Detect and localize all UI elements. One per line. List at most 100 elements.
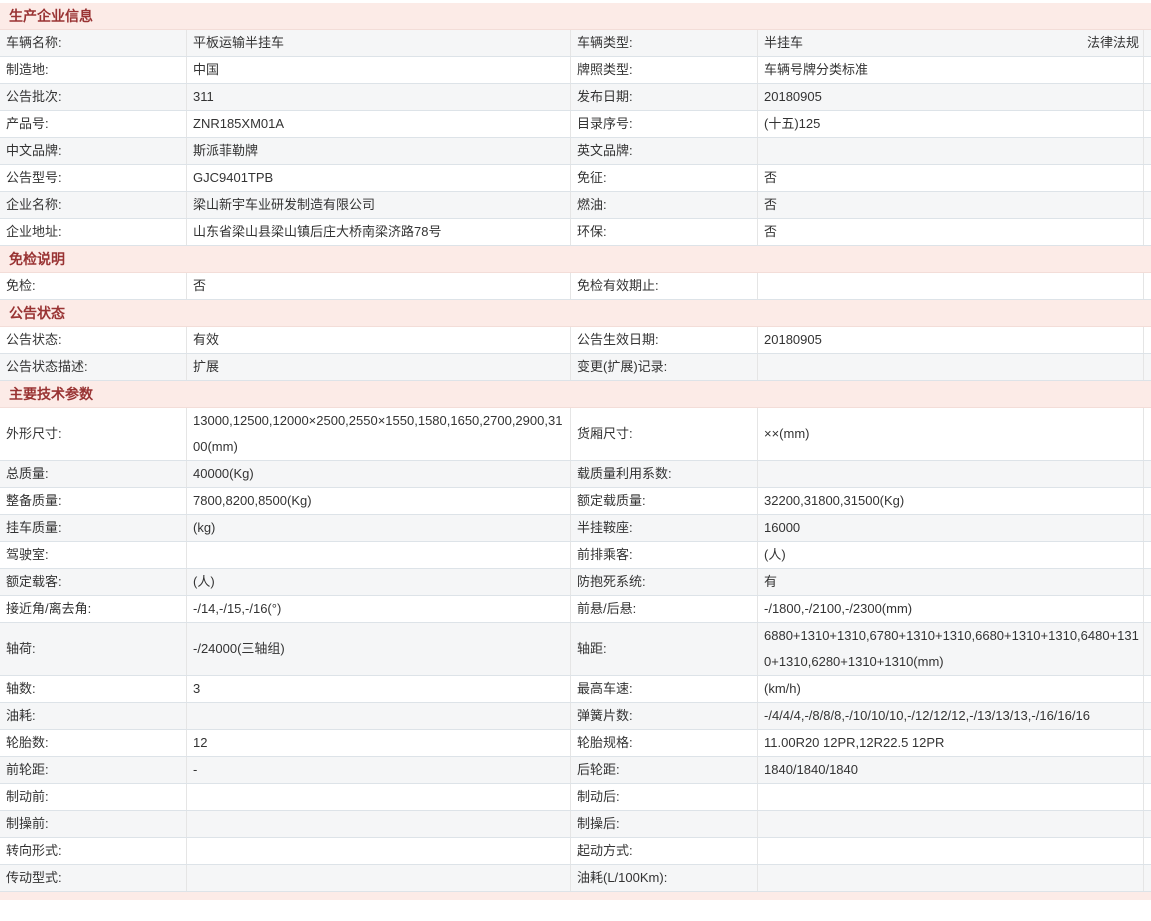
field-value-text: 11.00R20 12PR,12R22.5 12PR [764,730,944,756]
field-label-text: 前排乘客: [577,542,633,568]
field-value: 20180905 [758,327,1144,353]
field-value [758,138,1144,164]
field-value: 中国 [187,57,571,83]
field-value: 否 [758,165,1144,191]
field-label: 驾驶室: [0,542,187,568]
field-value: 梁山新宇车业研发制造有限公司 [187,192,571,218]
field-label-text: 最高车速: [577,676,633,702]
field-value [187,784,571,810]
field-value: 16000 [758,515,1144,541]
field-label: 前悬/后悬: [571,596,758,622]
field-value: (kg) [187,515,571,541]
row-filler [1144,596,1151,622]
field-label-text: 外形尺寸: [6,421,62,447]
table-row: 产品号:ZNR185XM01A目录序号:(十五)125 [0,111,1151,138]
field-label: 牌照类型: [571,57,758,83]
field-label-text: 燃油: [577,192,607,218]
field-label-text: 制动前: [6,784,49,810]
field-value: 12 [187,730,571,756]
field-label-text: 传动型式: [6,865,62,891]
field-value: 否 [187,273,571,299]
field-label-text: 防抱死系统: [577,569,646,595]
field-value-text: 梁山新宇车业研发制造有限公司 [193,192,375,218]
field-value-text: 半挂车 [764,30,803,56]
field-label-text: 公告批次: [6,84,62,110]
field-value: (人) [187,569,571,595]
field-label-text: 半挂鞍座: [577,515,633,541]
table-row: 挂车质量:(kg)半挂鞍座:16000 [0,515,1151,542]
field-value-text: GJC9401TPB [193,165,273,191]
field-value-text: (kg) [193,515,215,541]
field-label: 整备质量: [0,488,187,514]
table-row: 转向形式:起动方式: [0,838,1151,865]
row-filler [1144,623,1151,675]
field-label-text: 载质量利用系数: [577,461,672,487]
field-label: 油耗: [0,703,187,729]
field-value: (km/h) [758,676,1144,702]
table-row: 轮胎数:12轮胎规格:11.00R20 12PR,12R22.5 12PR [0,730,1151,757]
field-label-text: 额定载质量: [577,488,646,514]
field-value-text: (人) [764,542,786,568]
field-value: 7800,8200,8500(Kg) [187,488,571,514]
field-value: 扩展 [187,354,571,380]
field-value-text: 否 [764,192,777,218]
field-value: ××(mm) [758,408,1144,460]
field-value [758,461,1144,487]
field-value-text: ××(mm) [764,421,810,447]
field-value: ZNR185XM01A [187,111,571,137]
field-label: 接近角/离去角: [0,596,187,622]
field-label: 企业名称: [0,192,187,218]
field-value: 半挂车 法律法规 [758,30,1144,56]
field-label: 总质量: [0,461,187,487]
section-header: 公告状态 [0,300,1151,327]
field-value [758,838,1144,864]
field-label: 前轮距: [0,757,187,783]
field-value [187,865,571,891]
field-label-text: 总质量: [6,461,49,487]
field-label: 免检: [0,273,187,299]
field-label-text: 轮胎规格: [577,730,633,756]
field-value: 有 [758,569,1144,595]
section-header: 免检说明 [0,246,1151,273]
field-label-text: 整备质量: [6,488,62,514]
table-row: 公告状态:有效公告生效日期:20180905 [0,327,1151,354]
field-label-text: 企业名称: [6,192,62,218]
field-label-text: 前轮距: [6,757,49,783]
field-value-text: 20180905 [764,84,822,110]
row-filler [1144,408,1151,460]
field-label: 车辆类型: [571,30,758,56]
field-value: 山东省梁山县梁山镇后庄大桥南梁济路78号 [187,219,571,245]
table-row: 企业名称: 梁山新宇车业研发制造有限公司 燃油: 否 [0,192,1151,219]
field-label: 轴荷: [0,623,187,675]
field-value: - [187,757,571,783]
table-row: 车辆名称:平板运输半挂车车辆类型:半挂车法律法规 [0,30,1151,57]
field-label: 燃油: [571,192,758,218]
field-label-text: 接近角/离去角: [6,596,91,622]
field-label: 制操后: [571,811,758,837]
table-row: 轴数:3最高车速:(km/h) [0,676,1151,703]
field-label-text: 轴荷: [6,636,36,662]
table-row: 公告状态描述:扩展变更(扩展)记录: [0,354,1151,381]
field-value: 1840/1840/1840 [758,757,1144,783]
field-value [758,784,1144,810]
field-value: -/14,-/15,-/16(°) [187,596,571,622]
table-row: 免检:否免检有效期止: [0,273,1151,300]
laws-regulations-link[interactable]: 法律法规 [1087,30,1139,56]
field-value: 20180905 [758,84,1144,110]
row-filler [1144,757,1151,783]
field-value: 32200,31800,31500(Kg) [758,488,1144,514]
field-value-text: 3 [193,676,200,702]
field-value-text: 平板运输半挂车 [193,30,284,56]
field-label-text: 制造地: [6,57,49,83]
row-filler [1144,515,1151,541]
field-label-text: 环保: [577,219,607,245]
field-label: 额定载客: [0,569,187,595]
field-value-text: (十五)125 [764,111,820,137]
field-value [758,354,1144,380]
field-label-text: 变更(扩展)记录: [577,354,667,380]
field-label-text: 货厢尺寸: [577,421,633,447]
field-label: 免检有效期止: [571,273,758,299]
field-value [187,838,571,864]
field-value-text: 1840/1840/1840 [764,757,858,783]
field-label-text: 免征: [577,165,607,191]
